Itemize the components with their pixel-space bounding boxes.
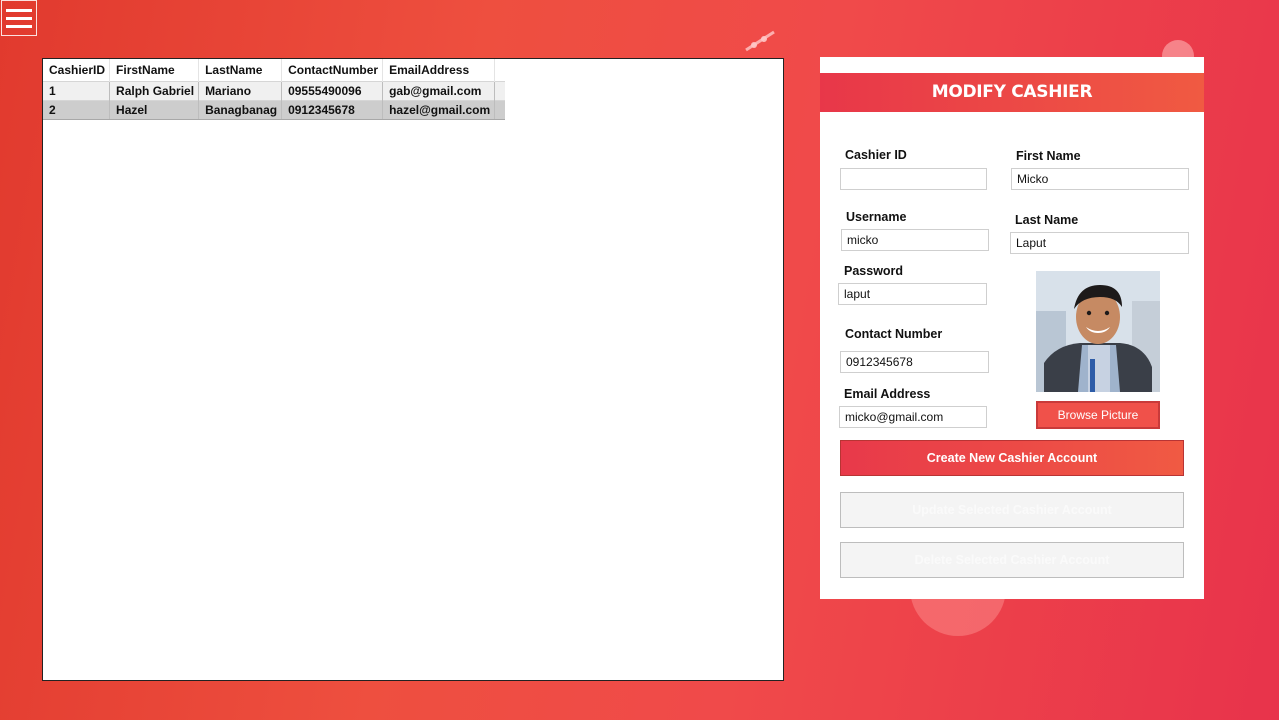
cashier-id-field[interactable] [840, 168, 987, 190]
cell-first-name[interactable]: Ralph Gabriel [109, 81, 200, 101]
column-header-first-name[interactable]: FirstName [109, 59, 200, 82]
table-row[interactable]: 2 Hazel Banagbanag 0912345678 hazel@gmai… [43, 100, 506, 120]
table-row[interactable]: 1 Ralph Gabriel Mariano 09555490096 gab@… [43, 81, 506, 101]
column-header-contact-number[interactable]: ContactNumber [281, 59, 384, 82]
password-field[interactable] [838, 283, 987, 305]
contact-number-label: Contact Number [845, 327, 943, 341]
password-label: Password [844, 264, 904, 278]
cell-filler [494, 81, 506, 101]
cell-filler [494, 100, 506, 120]
cell-last-name[interactable]: Banagbanag [198, 100, 283, 120]
first-name-field[interactable] [1011, 168, 1189, 190]
modify-cashier-panel: MODIFY CASHIER Cashier ID First Name Use… [820, 57, 1204, 599]
email-address-field[interactable] [839, 406, 987, 428]
cashier-photo [1036, 271, 1160, 392]
cashier-id-label: Cashier ID [845, 148, 907, 162]
delete-cashier-button[interactable]: Delete Selected Cashier Account [840, 542, 1184, 578]
username-field[interactable] [841, 229, 989, 251]
update-cashier-button[interactable]: Update Selected Cashier Account [840, 492, 1184, 528]
cell-contact-number[interactable]: 09555490096 [281, 81, 384, 101]
cell-cashier-id[interactable]: 2 [43, 100, 111, 120]
email-address-label: Email Address [844, 387, 931, 401]
cell-email-address[interactable]: gab@gmail.com [382, 81, 496, 101]
create-cashier-button[interactable]: Create New Cashier Account [840, 440, 1184, 476]
cashier-grid: CashierID FirstName LastName ContactNumb… [43, 59, 506, 120]
cell-contact-number[interactable]: 0912345678 [281, 100, 384, 120]
column-header-email-address[interactable]: EmailAddress [382, 59, 496, 82]
last-name-label: Last Name [1015, 213, 1079, 227]
contact-number-field[interactable] [840, 351, 989, 373]
background-decoration-beads [745, 30, 775, 52]
cell-email-address[interactable]: hazel@gmail.com [382, 100, 496, 120]
cell-cashier-id[interactable]: 1 [43, 81, 111, 101]
person-photo-icon [1036, 271, 1160, 392]
cashier-table: CashierID FirstName LastName ContactNumb… [42, 58, 784, 681]
column-header-cashier-id[interactable]: CashierID [43, 59, 111, 82]
cell-last-name[interactable]: Mariano [198, 81, 283, 101]
form-title: MODIFY CASHIER [820, 73, 1204, 112]
hamburger-menu-icon[interactable] [1, 0, 37, 36]
cell-first-name[interactable]: Hazel [109, 100, 200, 120]
username-label: Username [846, 210, 907, 224]
browse-picture-button[interactable]: Browse Picture [1036, 401, 1160, 429]
column-header-filler [494, 59, 506, 82]
last-name-field[interactable] [1010, 232, 1189, 254]
first-name-label: First Name [1016, 149, 1081, 163]
column-header-last-name[interactable]: LastName [198, 59, 283, 82]
